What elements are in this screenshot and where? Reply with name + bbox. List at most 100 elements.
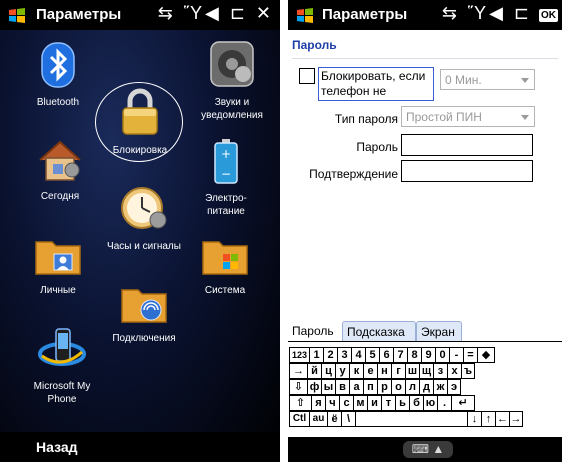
- key[interactable]: у: [335, 363, 349, 379]
- key[interactable]: ш: [405, 363, 419, 379]
- key[interactable]: е: [363, 363, 377, 379]
- app-label: Личные: [40, 285, 76, 296]
- app-system[interactable]: Система: [192, 236, 258, 297]
- key[interactable]: 7: [393, 347, 407, 363]
- key[interactable]: а: [349, 379, 363, 395]
- key[interactable]: 3: [337, 347, 351, 363]
- divider: [292, 58, 558, 59]
- tab-key[interactable]: →: [289, 363, 307, 379]
- key[interactable]: с: [339, 395, 353, 411]
- key[interactable]: ц: [321, 363, 335, 379]
- app-label: Электро-питание: [205, 193, 247, 217]
- keyboard-toggle-button[interactable]: ⌨ ▲: [403, 441, 453, 458]
- key[interactable]: 6: [379, 347, 393, 363]
- on-screen-keyboard: 123 1 2 3 4 5 6 7 8 9 0 - = ◆ → й ц у к …: [288, 341, 562, 437]
- key[interactable]: г: [391, 363, 405, 379]
- key[interactable]: ч: [325, 395, 339, 411]
- key[interactable]: 2: [323, 347, 337, 363]
- key[interactable]: б: [409, 395, 423, 411]
- key[interactable]: ь: [395, 395, 409, 411]
- tab-strip: Пароль Подсказка Экран: [288, 321, 562, 341]
- key[interactable]: й: [307, 363, 321, 379]
- key-123[interactable]: 123: [289, 347, 309, 363]
- battery-icon: + −: [214, 139, 238, 184]
- arrow-up-key[interactable]: ↑: [481, 411, 495, 427]
- key[interactable]: ё: [327, 411, 341, 427]
- key[interactable]: в: [335, 379, 349, 395]
- key[interactable]: 4: [351, 347, 365, 363]
- app-connections[interactable]: Подключения: [104, 284, 184, 345]
- back-button[interactable]: Назад: [36, 439, 78, 455]
- app-clock[interactable]: Часы и сигналы: [98, 184, 190, 253]
- arrow-left-key[interactable]: ←: [495, 411, 509, 427]
- tab-hint[interactable]: Подсказка: [342, 321, 416, 341]
- shift-key[interactable]: ⇧: [289, 395, 311, 411]
- keyboard-row: → й ц у к е н г ш щ з х ъ: [288, 363, 562, 379]
- app-label: Сегодня: [40, 191, 80, 202]
- key[interactable]: ф: [307, 379, 321, 395]
- key[interactable]: ю: [423, 395, 437, 411]
- key[interactable]: о: [391, 379, 405, 395]
- key[interactable]: 5: [365, 347, 379, 363]
- backspace-key[interactable]: ◆: [477, 347, 495, 363]
- key[interactable]: 8: [407, 347, 421, 363]
- key[interactable]: т: [381, 395, 395, 411]
- key[interactable]: =: [463, 347, 477, 363]
- ctl-key[interactable]: Ctl: [289, 411, 309, 427]
- password-type-select[interactable]: Простой ПИН: [401, 106, 535, 127]
- key[interactable]: 1: [309, 347, 323, 363]
- app-myphone[interactable]: Microsoft My Phone: [26, 326, 98, 406]
- app-bluetooth[interactable]: Bluetooth: [28, 42, 88, 109]
- lock-minutes-value: 0 Мин.: [445, 73, 482, 87]
- ok-button[interactable]: OK: [539, 9, 558, 22]
- key[interactable]: н: [377, 363, 391, 379]
- key[interactable]: я: [311, 395, 325, 411]
- key[interactable]: э: [447, 379, 461, 395]
- app-lock[interactable]: Блокировка: [102, 88, 178, 157]
- lock-minutes-select[interactable]: 0 Мин.: [440, 69, 535, 90]
- key[interactable]: п: [363, 379, 377, 395]
- tab-screen[interactable]: Экран: [416, 321, 462, 341]
- password-input[interactable]: [401, 134, 533, 156]
- app-power[interactable]: + − Электро-питание: [196, 138, 256, 218]
- key[interactable]: .: [437, 395, 451, 411]
- arrow-right-key[interactable]: →: [509, 411, 523, 427]
- lock-checkbox-label[interactable]: Блокировать, если телефон не: [318, 67, 434, 101]
- app-label: Часы и сигналы: [107, 241, 181, 252]
- key[interactable]: \: [341, 411, 355, 427]
- password-screen: Параметры ⇆ Ὕ◀ ⊏ OK Пароль Блокировать, …: [288, 0, 562, 462]
- tab-password[interactable]: Пароль: [288, 321, 342, 341]
- status-icons: ⇆ Ὕ◀ ⊏ ✕: [157, 3, 274, 23]
- key[interactable]: р: [377, 379, 391, 395]
- key[interactable]: и: [367, 395, 381, 411]
- enter-key[interactable]: ↵: [451, 395, 475, 411]
- arrow-down-key[interactable]: ↓: [467, 411, 481, 427]
- key[interactable]: л: [405, 379, 419, 395]
- key[interactable]: 0: [435, 347, 449, 363]
- confirm-input[interactable]: [401, 160, 533, 182]
- key[interactable]: 9: [421, 347, 435, 363]
- key[interactable]: -: [449, 347, 463, 363]
- lock-checkbox[interactable]: [299, 68, 315, 84]
- key[interactable]: щ: [419, 363, 433, 379]
- key[interactable]: ж: [433, 379, 447, 395]
- key[interactable]: ы: [321, 379, 335, 395]
- key[interactable]: ъ: [461, 363, 475, 379]
- key[interactable]: д: [419, 379, 433, 395]
- page-title: Пароль: [292, 38, 337, 52]
- key[interactable]: к: [349, 363, 363, 379]
- key[interactable]: au: [309, 411, 327, 427]
- key[interactable]: м: [353, 395, 367, 411]
- key[interactable]: х: [447, 363, 461, 379]
- softkey-bar: ⌨ ▲: [288, 437, 562, 462]
- confirm-label: Подтверждение: [309, 167, 398, 181]
- app-today[interactable]: Сегодня: [28, 138, 92, 203]
- app-sounds[interactable]: Звуки и уведомления: [192, 40, 272, 122]
- key[interactable]: з: [433, 363, 447, 379]
- lock-icon: [122, 88, 158, 135]
- caps-key[interactable]: ⇩: [289, 379, 307, 395]
- app-personal[interactable]: Личные: [28, 236, 88, 297]
- settings-screen: Параметры ⇆ Ὕ◀ ⊏ ✕ Bluetooth Звуки и уве…: [0, 0, 280, 462]
- space-key[interactable]: [355, 411, 467, 427]
- password-type-value: Простой ПИН: [406, 110, 482, 124]
